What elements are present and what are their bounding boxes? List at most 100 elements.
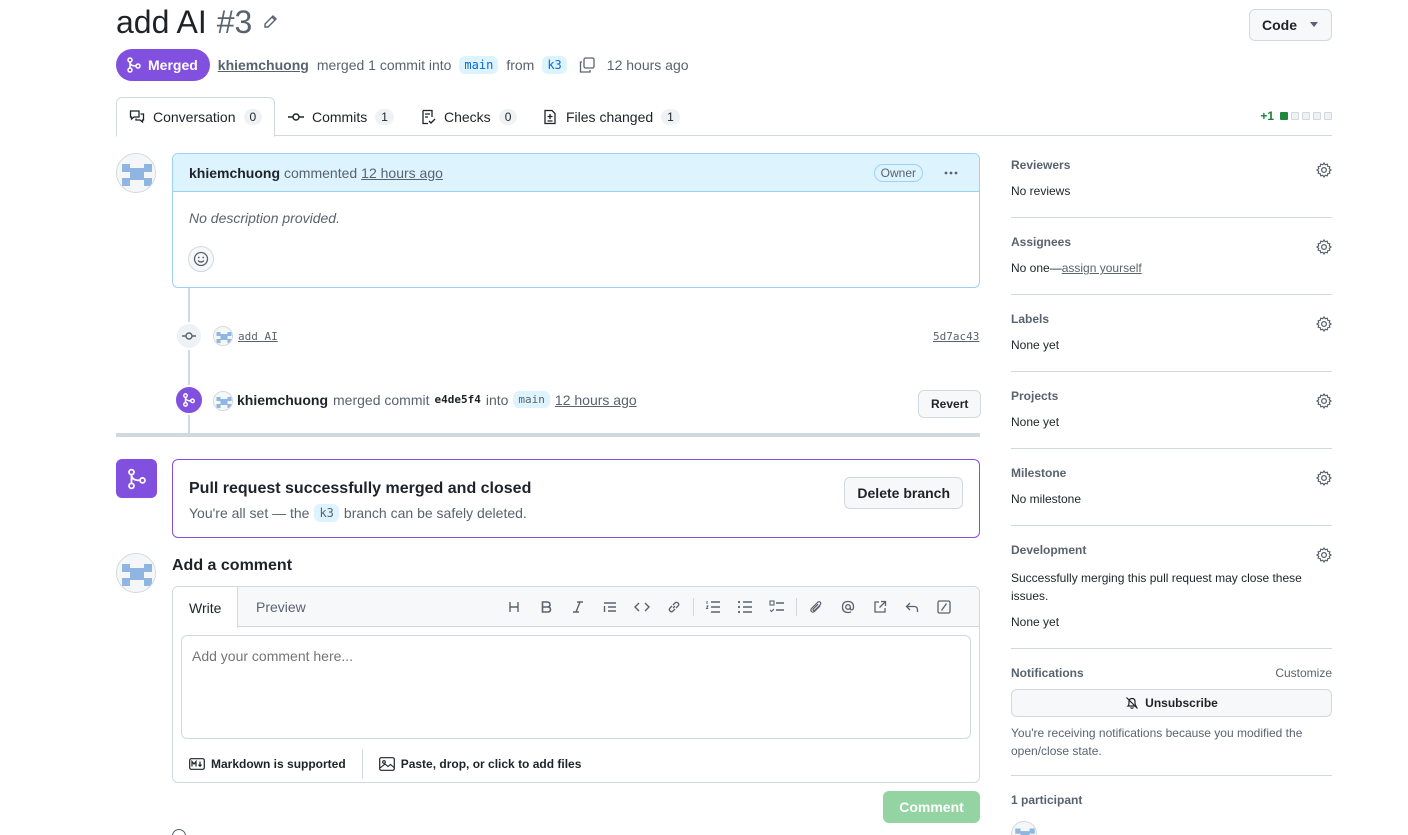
quote-icon[interactable]: [594, 595, 626, 619]
sidebar-value: No reviews: [1011, 184, 1071, 198]
pr-description-comment: khiemchuong commented 12 hours ago Owner…: [172, 153, 980, 288]
merged-title: Pull request successfully merged and clo…: [189, 480, 532, 497]
git-merge-icon: [182, 393, 196, 407]
author-link[interactable]: khiemchuong: [218, 57, 309, 73]
sidebar-heading[interactable]: Assignees: [1011, 235, 1332, 249]
code-button[interactable]: Code: [1249, 9, 1332, 41]
sidebar-value: None yet: [1011, 615, 1060, 629]
sidebar-heading[interactable]: Development: [1011, 543, 1332, 557]
smiley-icon[interactable]: [188, 246, 214, 272]
merged-subtitle: You're all set — the k3 branch can be sa…: [189, 504, 527, 522]
gear-icon[interactable]: [1316, 470, 1332, 486]
triangle-down-icon: [1309, 22, 1319, 28]
markdown-supported-link[interactable]: Markdown is supported: [173, 748, 362, 780]
sidebar-assignees: Assignees No one—assign yourself: [1011, 235, 1332, 295]
tab-label: Files changed: [566, 108, 654, 125]
merge-sha[interactable]: e4de5f4: [434, 393, 480, 406]
base-branch[interactable]: main: [459, 56, 499, 74]
editor-header: Write Preview: [173, 587, 979, 628]
merged-branch[interactable]: k3: [314, 504, 339, 522]
reply-icon[interactable]: [896, 595, 928, 619]
comment-header: khiemchuong commented 12 hours ago Owner: [173, 154, 979, 192]
commit-message-link[interactable]: add AI: [238, 330, 278, 343]
add-comment-title: Add a comment: [172, 557, 293, 574]
delete-branch-button[interactable]: Delete branch: [844, 477, 963, 509]
sidebar-notifications: Notifications Customize Unsubscribe You'…: [1011, 666, 1332, 776]
comment-author[interactable]: khiemchuong: [189, 165, 280, 181]
pr-tabs: Conversation 0 Commits 1 Checks 0 Files …: [116, 97, 1332, 137]
gear-icon[interactable]: [1316, 547, 1332, 563]
avatar[interactable]: [116, 553, 156, 593]
info-icon: [172, 829, 186, 835]
toolbar-divider: [796, 598, 797, 616]
sidebar-heading[interactable]: Milestone: [1011, 466, 1332, 480]
copy-icon[interactable]: [579, 57, 595, 73]
avatar[interactable]: [116, 153, 156, 193]
assignees-prefix: No one—: [1011, 261, 1062, 275]
commit-sha-link[interactable]: 5d7ac43: [933, 330, 979, 343]
tab-files-changed[interactable]: Files changed 1: [530, 97, 692, 136]
comment-submit-button[interactable]: Comment: [883, 791, 980, 823]
toolbar-divider: [693, 598, 694, 616]
merge-event-time[interactable]: 12 hours ago: [555, 392, 637, 408]
comment-discussion-icon: [129, 109, 145, 125]
mention-icon[interactable]: [832, 595, 864, 619]
tasklist-icon[interactable]: [761, 595, 793, 619]
bell-slash-icon: [1125, 696, 1139, 710]
sidebar-reviewers: Reviewers No reviews: [1011, 158, 1332, 218]
gear-icon[interactable]: [1316, 316, 1332, 332]
comment-editor: Write Preview Add your comment here... M…: [172, 586, 980, 783]
tab-preview[interactable]: Preview: [240, 587, 322, 627]
merge-text: merged commit: [333, 391, 430, 408]
sidebar-participants: 1 participant: [1011, 793, 1332, 835]
attach-files-button[interactable]: Paste, drop, or click to add files: [363, 748, 598, 780]
kebab-horizontal-icon[interactable]: [939, 165, 963, 181]
sidebar-heading[interactable]: Labels: [1011, 312, 1332, 326]
merge-avatar[interactable]: [213, 391, 233, 411]
tab-conversation[interactable]: Conversation 0: [116, 97, 276, 137]
pr-meta-row: Merged khiemchuong merged 1 commit into …: [116, 49, 689, 81]
head-branch[interactable]: k3: [542, 56, 567, 74]
sidebar-heading[interactable]: Reviewers: [1011, 158, 1332, 172]
tab-label: Conversation: [153, 109, 236, 125]
slash-command-icon[interactable]: [928, 595, 960, 619]
participant-avatar[interactable]: [1011, 821, 1037, 835]
link-icon[interactable]: [658, 595, 690, 619]
diffstat-box: [1280, 112, 1288, 120]
merged-sub-before: You're all set — the: [189, 505, 310, 521]
commit-avatar[interactable]: [213, 326, 233, 346]
heading-icon[interactable]: [498, 595, 530, 619]
tab-commits[interactable]: Commits 1: [276, 97, 406, 136]
from-text: from: [506, 57, 535, 73]
tab-counter: 0: [498, 108, 518, 125]
tab-checks[interactable]: Checks 0: [408, 97, 529, 136]
bold-icon[interactable]: [530, 595, 562, 619]
diffstat: +1: [1260, 109, 1332, 123]
unsubscribe-button[interactable]: Unsubscribe: [1011, 689, 1332, 717]
gear-icon[interactable]: [1316, 162, 1332, 178]
editor-footer: Markdown is supported Paste, drop, or cl…: [173, 745, 979, 782]
sidebar-labels: Labels None yet: [1011, 312, 1332, 372]
merge-author[interactable]: khiemchuong: [237, 392, 328, 408]
italic-icon[interactable]: [562, 595, 594, 619]
code-icon[interactable]: [626, 595, 658, 619]
unsubscribe-label: Unsubscribe: [1145, 696, 1218, 710]
paperclip-icon[interactable]: [800, 595, 832, 619]
customize-link[interactable]: Customize: [1275, 666, 1332, 680]
comment-input[interactable]: [181, 635, 971, 739]
revert-button[interactable]: Revert: [918, 390, 982, 418]
timeline-separator: [116, 433, 980, 437]
cross-reference-icon[interactable]: [864, 595, 896, 619]
ordered-list-icon[interactable]: [697, 595, 729, 619]
merge-action-text: merged 1 commit into: [316, 57, 452, 73]
comment-time[interactable]: 12 hours ago: [361, 165, 443, 181]
unordered-list-icon[interactable]: [729, 595, 761, 619]
merge-branch[interactable]: main: [513, 391, 550, 408]
gear-icon[interactable]: [1316, 239, 1332, 255]
gear-icon[interactable]: [1316, 393, 1332, 409]
pencil-icon[interactable]: [262, 14, 278, 30]
attach-note: Paste, drop, or click to add files: [400, 757, 582, 771]
tab-write[interactable]: Write: [173, 587, 239, 628]
sidebar-heading[interactable]: Projects: [1011, 389, 1332, 403]
assign-yourself-link[interactable]: assign yourself: [1062, 261, 1142, 275]
